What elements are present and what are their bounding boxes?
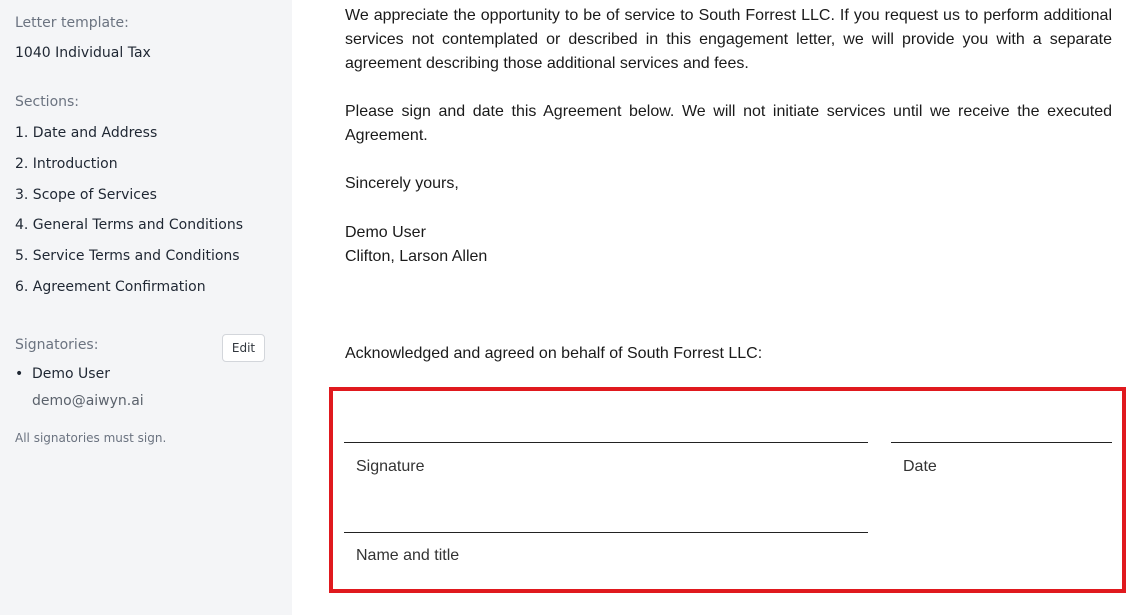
section-item-agreement-confirmation[interactable]: 6. Agreement Confirmation — [15, 278, 243, 309]
paragraph-additional-services: We appreciate the opportunity to be of s… — [345, 7, 1112, 72]
sections-list: 1. Date and Address 2. Introduction 3. S… — [15, 124, 243, 309]
section-item-date-and-address[interactable]: 1. Date and Address — [15, 124, 243, 155]
sections-label: Sections: — [15, 94, 80, 110]
section-item-service-terms[interactable]: 5. Service Terms and Conditions — [15, 247, 243, 278]
signatory-name: Demo User — [32, 366, 110, 382]
sidebar: Letter template: 1040 Individual Tax Sec… — [0, 0, 292, 615]
closing-text: Sincerely yours, — [345, 175, 459, 192]
bullet-icon: • — [15, 366, 24, 382]
signature-label: Signature — [356, 458, 425, 475]
signatory-email: demo@aiwyn.ai — [32, 393, 144, 409]
date-line[interactable] — [891, 442, 1112, 443]
acknowledgement-text: Acknowledged and agreed on behalf of Sou… — [345, 345, 763, 362]
section-item-general-terms[interactable]: 4. General Terms and Conditions — [15, 216, 243, 247]
sender-name: Demo User — [345, 224, 426, 241]
section-item-introduction[interactable]: 2. Introduction — [15, 155, 243, 186]
sender-firm: Clifton, Larson Allen — [345, 248, 488, 265]
name-title-label: Name and title — [356, 547, 460, 564]
signatories-label: Signatories: — [15, 337, 99, 353]
paragraph-sign-request: Please sign and date this Agreement belo… — [345, 103, 1112, 144]
signatories-note: All signatories must sign. — [15, 431, 167, 445]
date-label: Date — [903, 458, 937, 475]
edit-signatories-button[interactable]: Edit — [222, 334, 265, 362]
signature-line[interactable] — [344, 442, 868, 443]
signatory-item: • Demo User — [15, 366, 110, 382]
name-title-line[interactable] — [344, 532, 868, 533]
section-item-scope-of-services[interactable]: 3. Scope of Services — [15, 186, 243, 217]
letter-template-label: Letter template: — [15, 15, 129, 31]
letter-template-value: 1040 Individual Tax — [15, 45, 151, 61]
